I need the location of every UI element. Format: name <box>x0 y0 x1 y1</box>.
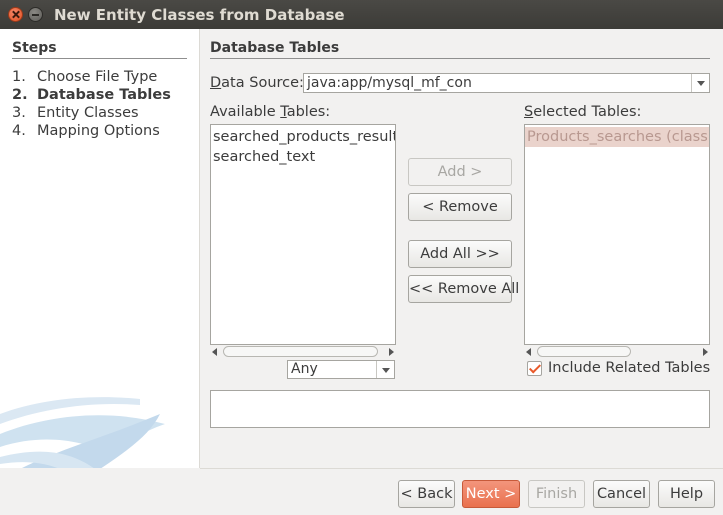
section-title: Database Tables <box>210 40 340 56</box>
table-filter-value: Any <box>291 361 318 377</box>
available-tables-label: Available Tables: <box>210 104 331 120</box>
scroll-right-icon[interactable] <box>389 348 394 356</box>
close-icon[interactable] <box>8 7 23 22</box>
step-item: 1. Choose File Type <box>12 69 157 85</box>
data-source-combo[interactable]: java:app/mysql_mf_con <box>303 73 710 93</box>
finish-button[interactable]: Finish <box>528 480 585 508</box>
data-source-value: java:app/mysql_mf_con <box>307 75 472 91</box>
list-item[interactable]: searched_text <box>211 147 395 167</box>
steps-divider <box>12 58 187 59</box>
available-scrollbar[interactable] <box>210 345 396 358</box>
steps-title: Steps <box>12 40 57 56</box>
scroll-left-icon[interactable] <box>526 348 531 356</box>
step-label: Mapping Options <box>37 123 160 139</box>
section-divider <box>210 58 710 59</box>
selected-tables-label: Selected Tables: <box>524 104 642 120</box>
remove-button[interactable]: < Remove <box>408 193 512 221</box>
selected-scrollbar[interactable] <box>524 345 710 358</box>
step-item: 3. Entity Classes <box>12 105 139 121</box>
add-all-button[interactable]: Add All >> <box>408 240 512 268</box>
step-number: 3. <box>12 105 26 121</box>
netbeans-swoosh-graphic <box>0 397 165 468</box>
available-tables-list[interactable]: searched_products_result searched_text <box>210 124 396 345</box>
step-label: Database Tables <box>37 87 171 103</box>
list-item[interactable]: searched_products_result <box>211 127 395 147</box>
step-number: 1. <box>12 69 26 85</box>
list-item[interactable]: Products_searches (class <box>525 127 709 147</box>
help-button[interactable]: Help <box>658 480 715 508</box>
dialog-body: Steps 1. Choose File Type 2. Database Table… <box>0 29 723 515</box>
step-label: Choose File Type <box>37 69 158 85</box>
button-bar-divider <box>200 468 723 469</box>
scroll-right-icon[interactable] <box>703 348 708 356</box>
steps-panel: Steps 1. Choose File Type 2. Database Table… <box>0 29 199 468</box>
data-source-label: Data Source: <box>210 75 304 91</box>
include-related-label: Include Related Tables <box>548 360 711 376</box>
table-filter-combo[interactable]: Any <box>287 360 395 379</box>
remove-all-button[interactable]: << Remove All <box>408 275 519 303</box>
minimize-icon[interactable] <box>28 7 43 22</box>
panel-separator <box>199 29 200 468</box>
cancel-button[interactable]: Cancel <box>593 480 650 508</box>
chevron-down-icon[interactable] <box>691 74 709 92</box>
selected-tables-list[interactable]: Products_searches (class <box>524 124 710 345</box>
step-item: 4. Mapping Options <box>12 123 160 139</box>
chevron-down-icon[interactable] <box>376 361 394 378</box>
title-bar: New Entity Classes from Database <box>0 0 723 29</box>
step-item: 2. Database Tables <box>12 87 171 103</box>
message-area <box>210 390 710 428</box>
include-related-checkbox[interactable] <box>527 361 542 376</box>
window-title: New Entity Classes from Database <box>54 6 345 24</box>
scroll-thumb[interactable] <box>537 346 631 357</box>
step-number: 2. <box>12 87 28 103</box>
back-button[interactable]: < Back <box>398 480 455 508</box>
next-button[interactable]: Next > <box>462 480 520 508</box>
step-number: 4. <box>12 123 26 139</box>
scroll-left-icon[interactable] <box>212 348 217 356</box>
scroll-thumb[interactable] <box>223 346 378 357</box>
step-label: Entity Classes <box>37 105 139 121</box>
add-button[interactable]: Add > <box>408 158 512 186</box>
